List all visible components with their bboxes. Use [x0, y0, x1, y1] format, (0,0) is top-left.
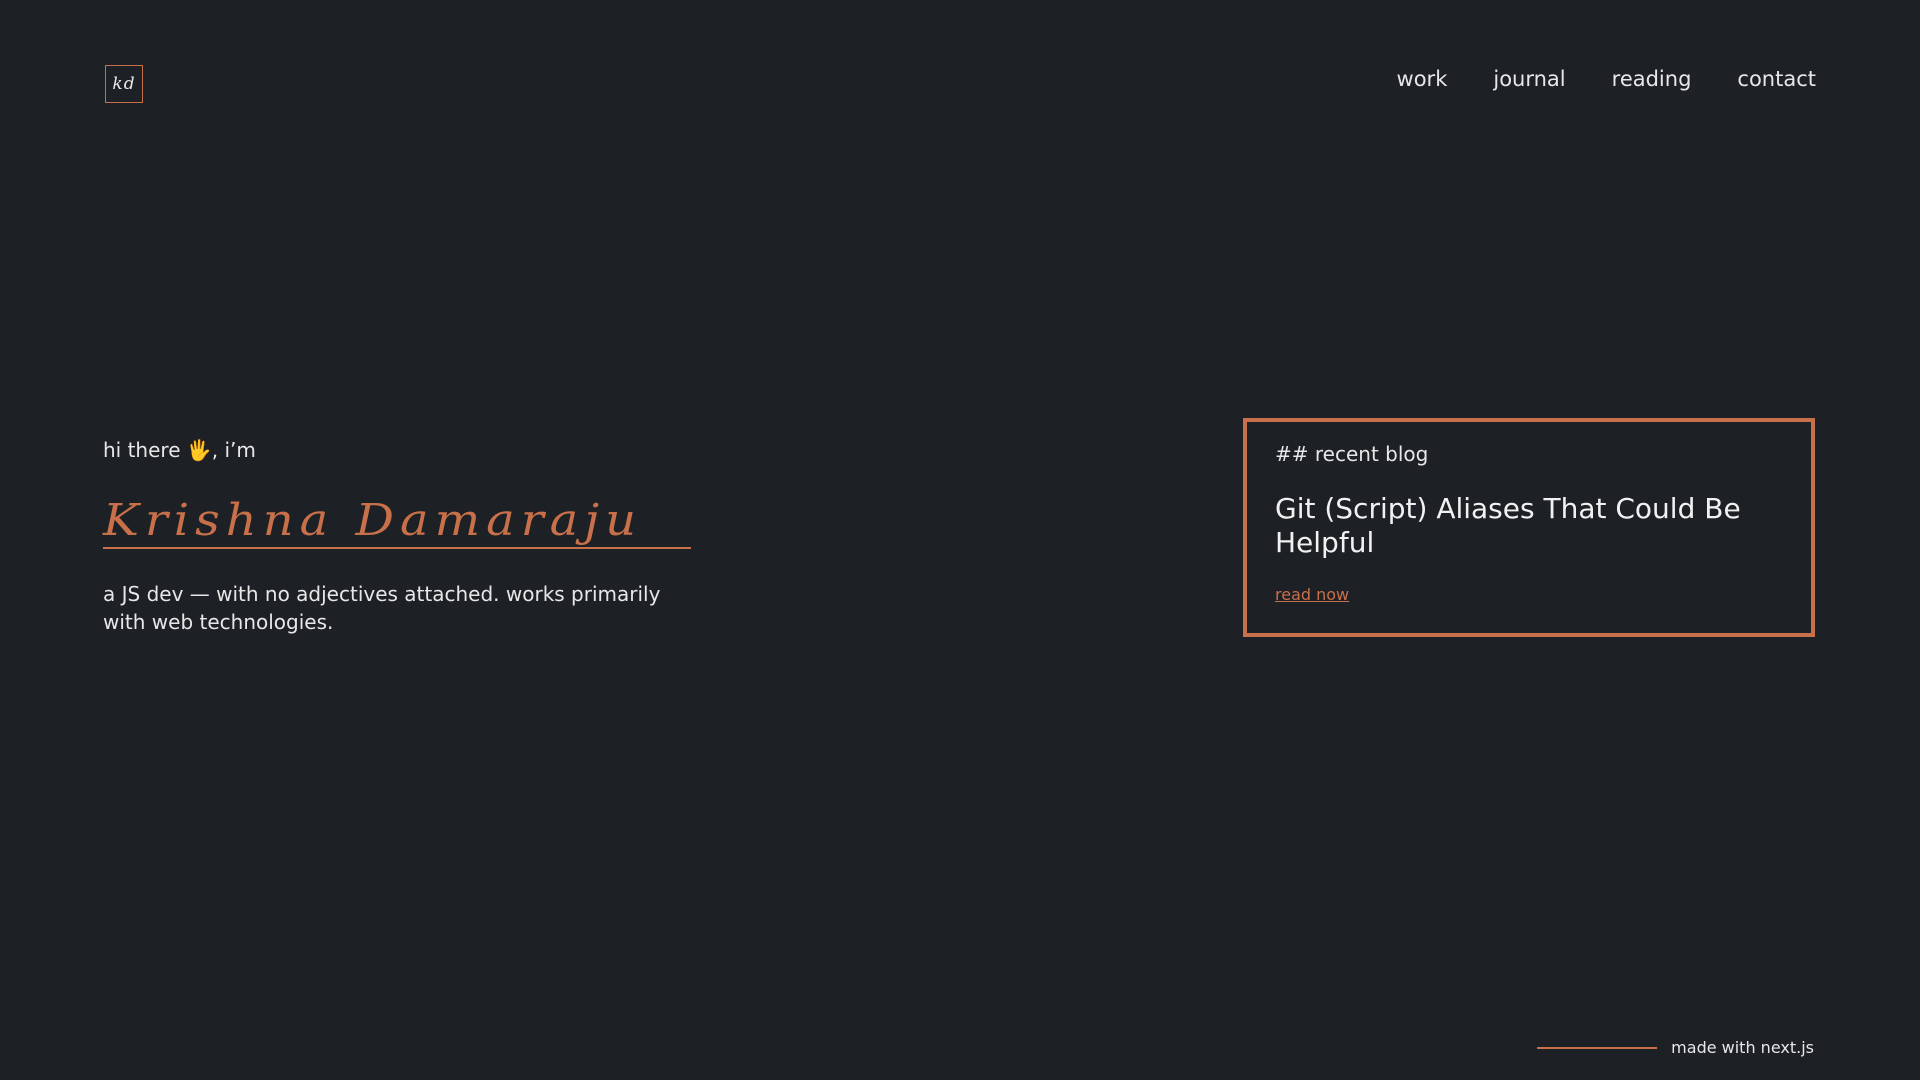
logo-monogram: kd: [112, 74, 136, 94]
read-now-link[interactable]: read now: [1275, 585, 1349, 604]
nav-item-reading[interactable]: reading: [1612, 66, 1692, 92]
nav-item-work[interactable]: work: [1397, 66, 1448, 92]
name-underline: [103, 547, 691, 549]
name-text: Krishna Damaraju: [103, 494, 643, 547]
nav-item-journal[interactable]: journal: [1493, 66, 1565, 92]
greeting-suffix: , i’m: [211, 438, 256, 462]
recent-blog-card: ## recent blog Git (Script) Aliases That…: [1243, 418, 1815, 637]
blog-kicker: ## recent blog: [1275, 442, 1429, 466]
footer: made with next.js: [1537, 1038, 1814, 1058]
main-nav: work journal reading contact: [1397, 66, 1816, 92]
logo-link[interactable]: kd: [105, 65, 143, 103]
page: kd work journal reading contact hi there…: [0, 0, 1920, 1080]
nav-item-contact[interactable]: contact: [1737, 66, 1816, 92]
hero-section: hi there 🖐, i’m Krishna Damaraju a JS de…: [103, 436, 743, 636]
greeting: hi there 🖐, i’m: [103, 436, 743, 464]
waving-hand-icon: 🖐: [186, 438, 212, 462]
tagline: a JS dev — with no adjectives attached. …: [103, 582, 661, 634]
greeting-prefix: hi there: [103, 438, 187, 462]
footer-divider: [1537, 1047, 1658, 1049]
blog-title[interactable]: Git (Script) Aliases That Could Be Helpf…: [1275, 492, 1775, 560]
name-heading: Krishna Damaraju: [103, 488, 693, 558]
footer-credit: made with next.js: [1671, 1038, 1814, 1057]
